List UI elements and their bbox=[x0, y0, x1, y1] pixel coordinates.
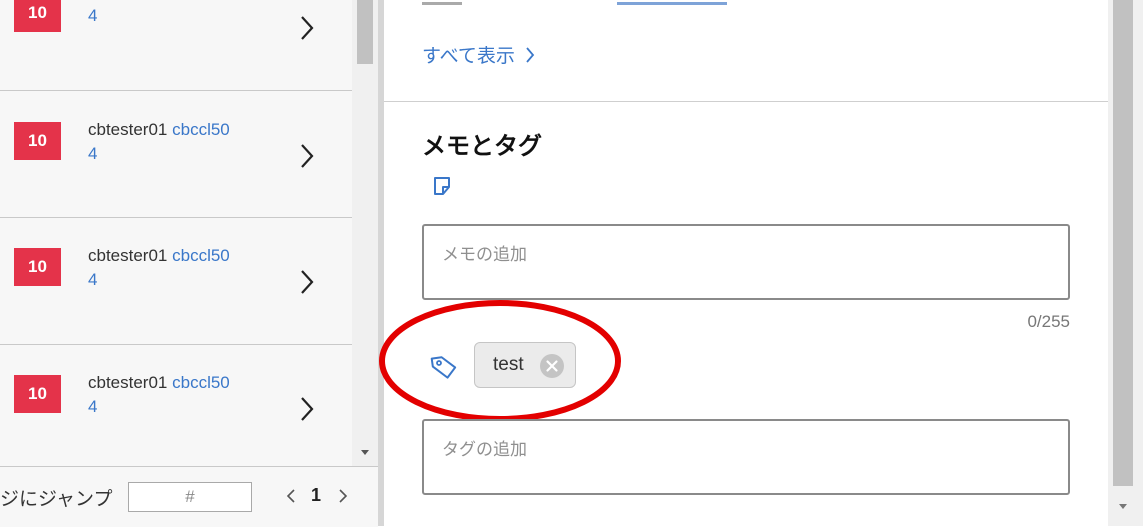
clipped-value bbox=[617, 0, 728, 5]
count-badge: 10 bbox=[14, 375, 61, 413]
list-item-id: cbccl50 bbox=[172, 246, 230, 265]
count-badge: 10 bbox=[14, 0, 61, 32]
conversation-list-panel: 10 cbtester01 4 10 cbtester01 cbccl50 4 … bbox=[0, 0, 378, 526]
tag-icon bbox=[430, 356, 457, 379]
count-badge: 10 bbox=[14, 122, 61, 160]
list-item-id-continued: 4 bbox=[88, 397, 98, 416]
list-item-text: cbtester01 4 bbox=[88, 0, 167, 28]
chevron-right-icon[interactable] bbox=[338, 488, 348, 504]
page-jump-input[interactable] bbox=[128, 482, 252, 512]
chevron-left-icon[interactable] bbox=[286, 488, 296, 504]
detail-scrollbar-thumb[interactable] bbox=[1113, 0, 1133, 486]
list-scrollbar-thumb[interactable] bbox=[357, 0, 373, 64]
count-badge: 10 bbox=[14, 248, 61, 286]
user-name: cbtester01 bbox=[88, 120, 168, 139]
list-item-text: cbtester01 cbccl50 4 bbox=[88, 244, 230, 292]
user-name: cbtester01 bbox=[88, 246, 168, 265]
clipped-label bbox=[422, 0, 462, 5]
section-title: メモとタグ bbox=[422, 133, 542, 160]
page-jump-label: ジにジャンプ bbox=[0, 489, 113, 510]
caret-down-icon[interactable] bbox=[1116, 500, 1130, 512]
chevron-right-icon bbox=[301, 397, 314, 421]
chevron-right-icon bbox=[301, 144, 314, 168]
chevron-right-icon bbox=[301, 16, 314, 40]
tag-chip-label: test bbox=[493, 354, 524, 375]
list-item-id: cbccl50 bbox=[172, 120, 230, 139]
clipped-detail-row bbox=[422, 0, 728, 10]
section-divider bbox=[384, 101, 1108, 102]
list-item-id-continued: 4 bbox=[88, 6, 98, 25]
show-all-link[interactable]: すべて表示 bbox=[422, 41, 535, 68]
list-scrollbar[interactable] bbox=[352, 0, 378, 466]
current-page-number[interactable]: 1 bbox=[311, 485, 321, 506]
list-item[interactable]: 10 cbtester01 cbccl50 4 bbox=[0, 218, 352, 345]
panel-divider[interactable] bbox=[378, 0, 384, 526]
list-item[interactable]: 10 cbtester01 4 bbox=[0, 0, 352, 91]
memo-character-count: 0/255 bbox=[1027, 312, 1070, 331]
close-circle-icon[interactable] bbox=[539, 353, 565, 379]
list-item[interactable]: 10 cbtester01 cbccl50 4 bbox=[0, 91, 352, 218]
list-item[interactable]: 10 cbtester01 cbccl50 4 bbox=[0, 345, 352, 466]
caret-down-icon[interactable] bbox=[358, 446, 372, 458]
list-item-id-continued: 4 bbox=[88, 270, 98, 289]
tag-chip[interactable]: test bbox=[474, 342, 576, 388]
list-item-id: cbccl50 bbox=[172, 373, 230, 392]
tag-input[interactable] bbox=[422, 419, 1070, 495]
list-item-id-continued: 4 bbox=[88, 144, 98, 163]
list-item-text: cbtester01 cbccl50 4 bbox=[88, 118, 230, 166]
user-name: cbtester01 bbox=[88, 373, 168, 392]
chevron-right-icon bbox=[301, 270, 314, 294]
memo-input[interactable] bbox=[422, 224, 1070, 300]
show-all-label: すべて表示 bbox=[422, 46, 515, 67]
chevron-right-icon bbox=[526, 46, 535, 63]
note-icon[interactable] bbox=[431, 175, 453, 197]
list-item-text: cbtester01 cbccl50 4 bbox=[88, 371, 230, 419]
